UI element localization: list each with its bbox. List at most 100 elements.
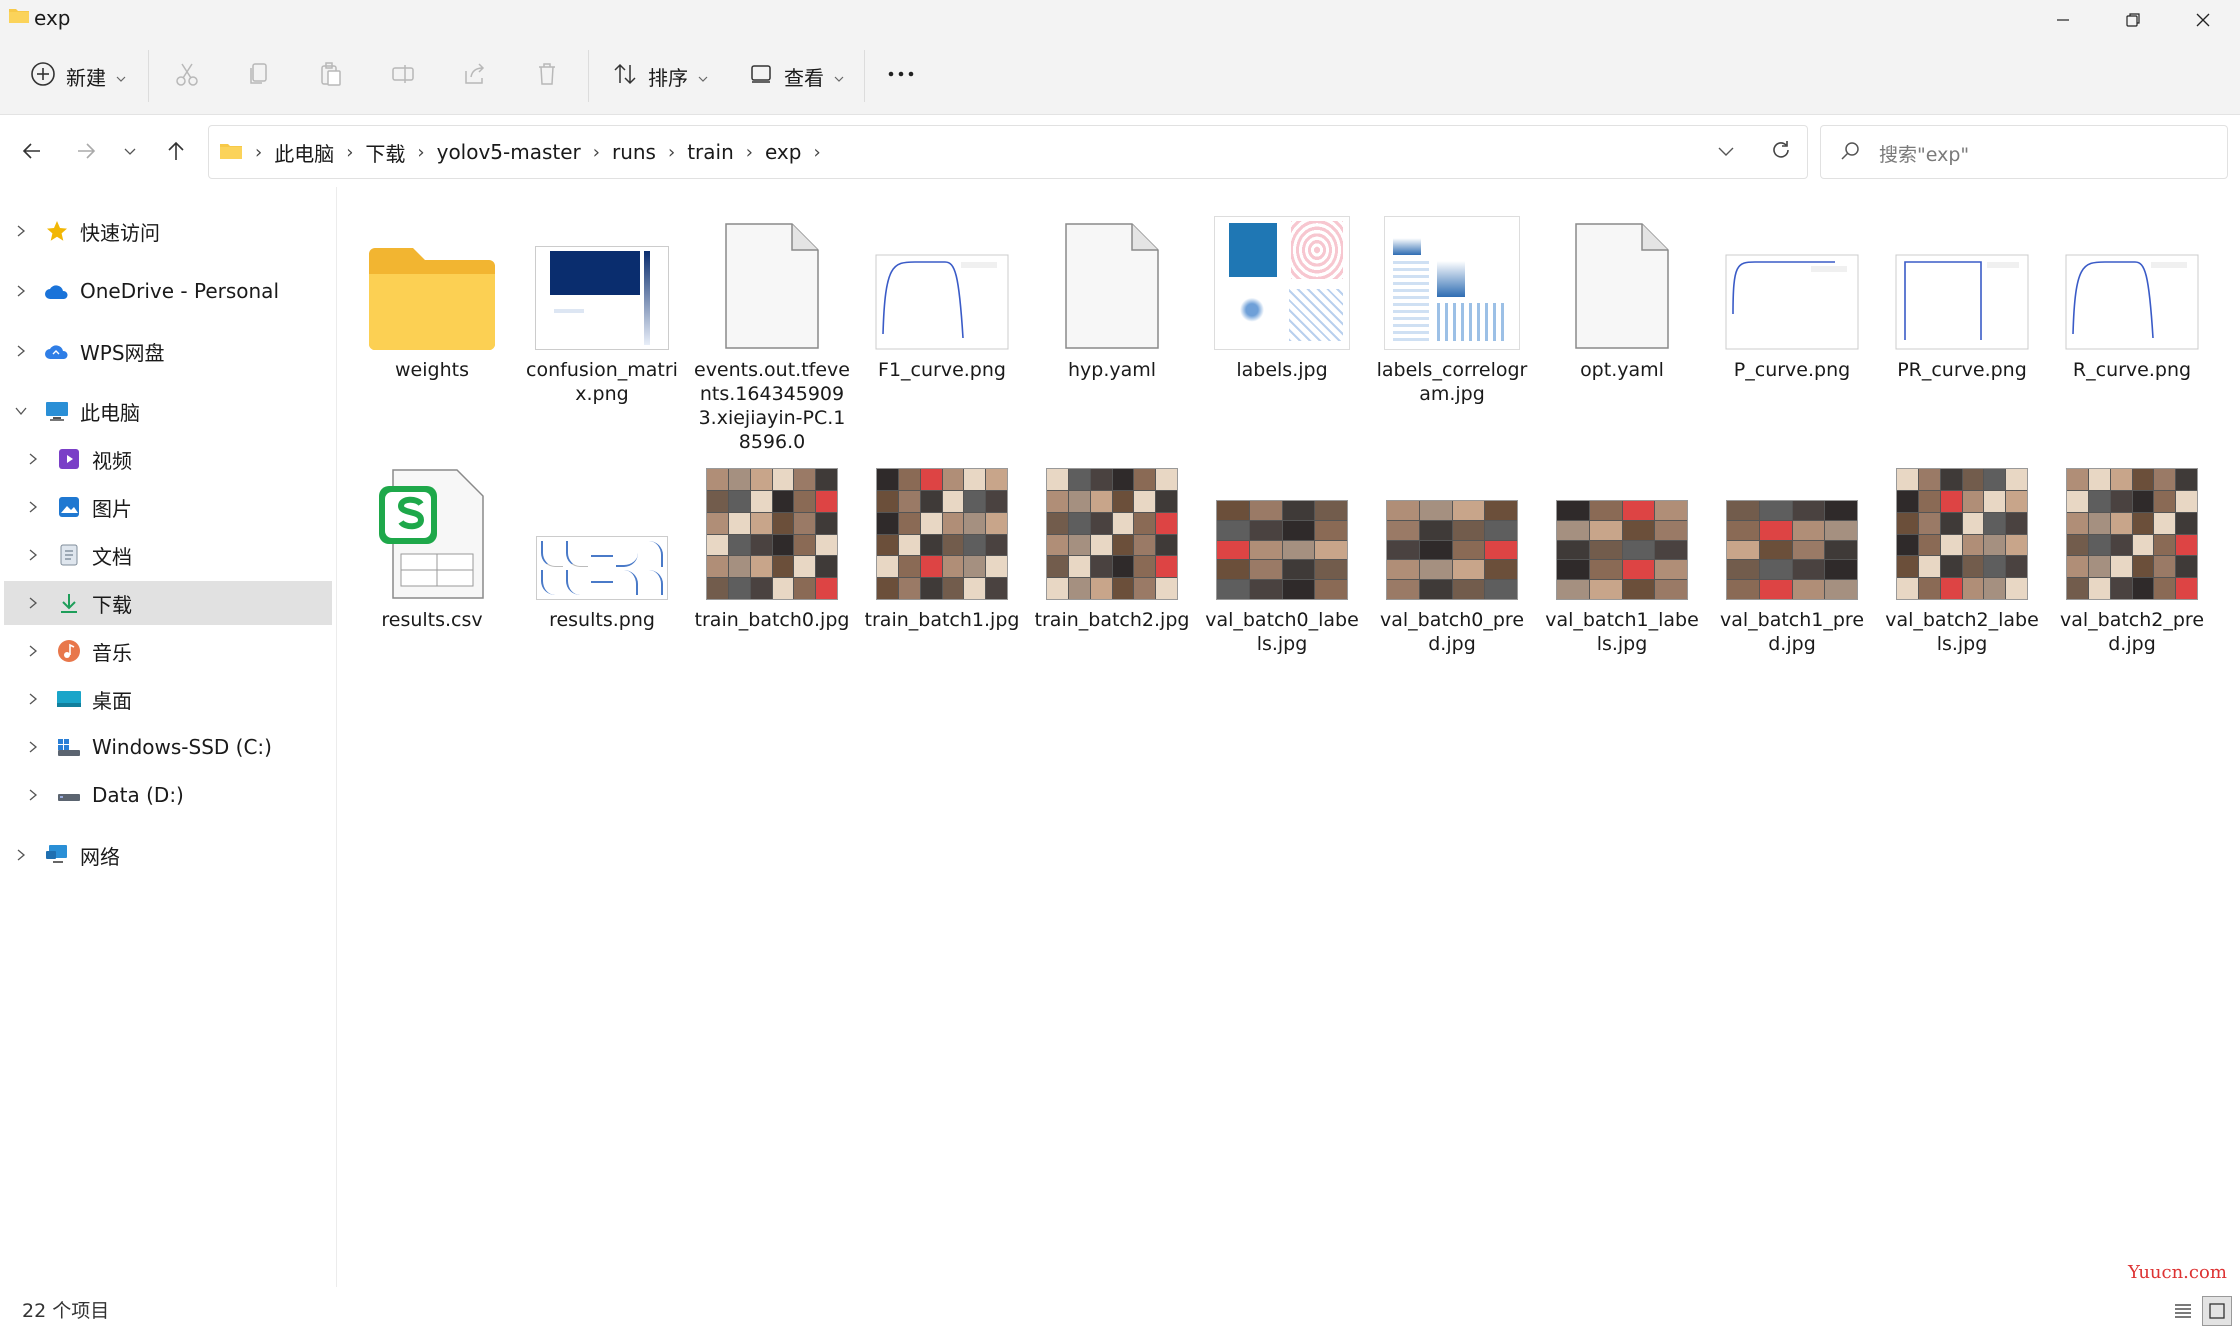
file-item[interactable]: train_batch2.jpg <box>1030 450 1194 632</box>
chevron-right-icon[interactable] <box>10 284 32 298</box>
sidebar-item-pictures[interactable]: 图片 <box>22 485 330 529</box>
chevron-right-icon[interactable]: › <box>340 142 359 163</box>
file-item[interactable]: F1_curve.png <box>860 200 1024 382</box>
file-item[interactable]: opt.yaml <box>1540 200 1704 382</box>
file-thumbnail-icon[interactable] <box>860 450 1024 600</box>
chevron-right-icon[interactable] <box>22 788 44 802</box>
file-thumbnail-icon[interactable] <box>1540 450 1704 600</box>
file-item[interactable]: val_batch1_pred.jpg <box>1710 450 1874 656</box>
chevron-right-icon[interactable] <box>10 848 32 862</box>
file-thumbnail-icon[interactable] <box>860 200 1024 350</box>
chevron-right-icon[interactable] <box>10 224 32 238</box>
large-icons-view-button[interactable] <box>2202 1296 2232 1326</box>
file-thumbnail-icon[interactable] <box>1030 450 1194 600</box>
breadcrumb-item[interactable]: train <box>681 140 740 164</box>
file-thumbnail-icon[interactable] <box>520 450 684 600</box>
sidebar-item-quick-access[interactable]: 快速访问 <box>10 209 330 253</box>
paste-button[interactable] <box>318 54 344 98</box>
breadcrumb-item[interactable]: 此电脑 <box>268 138 340 167</box>
file-item[interactable]: confusion_matrix.png <box>520 200 684 406</box>
view-button[interactable]: 查看 <box>748 54 844 98</box>
chevron-down-icon[interactable] <box>10 406 32 416</box>
refresh-button[interactable] <box>1769 138 1793 166</box>
file-thumbnail-icon[interactable] <box>1880 450 2044 600</box>
sort-button[interactable]: 排序 <box>612 54 708 98</box>
cut-button[interactable] <box>174 54 200 98</box>
file-item[interactable]: val_batch0_pred.jpg <box>1370 450 1534 656</box>
file-thumbnail-icon[interactable] <box>2050 450 2214 600</box>
file-item[interactable]: val_batch0_labels.jpg <box>1200 450 1364 656</box>
sidebar-item-music[interactable]: 音乐 <box>22 629 330 673</box>
sidebar-item-wps-drive[interactable]: WPS网盘 <box>10 329 330 373</box>
file-thumbnail-icon[interactable] <box>1540 200 1704 350</box>
file-item[interactable]: hyp.yaml <box>1030 200 1194 382</box>
delete-button[interactable] <box>534 54 560 98</box>
file-item[interactable]: val_batch2_labels.jpg <box>1880 450 2044 656</box>
file-item[interactable]: results.csv <box>350 450 514 632</box>
minimize-button[interactable] <box>2028 0 2098 40</box>
share-button[interactable] <box>462 54 488 98</box>
chevron-right-icon[interactable]: › <box>411 142 430 163</box>
file-thumbnail-icon[interactable] <box>1710 200 1874 350</box>
file-thumbnail-icon[interactable] <box>690 450 854 600</box>
chevron-right-icon[interactable] <box>10 344 32 358</box>
sidebar-item-desktop[interactable]: 桌面 <box>22 677 330 721</box>
file-item[interactable]: labels_correlogram.jpg <box>1370 200 1534 406</box>
file-thumbnail-icon[interactable] <box>1370 200 1534 350</box>
close-button[interactable] <box>2168 0 2238 40</box>
file-thumbnail-icon[interactable] <box>520 200 684 350</box>
search-input[interactable]: 搜索"exp" <box>1879 140 1969 167</box>
new-button[interactable]: 新建 <box>30 54 126 98</box>
file-item[interactable]: train_batch1.jpg <box>860 450 1024 632</box>
chevron-right-icon[interactable]: › <box>807 142 826 163</box>
file-thumbnail-icon[interactable] <box>690 200 854 350</box>
address-bar[interactable]: › 此电脑 › 下载 › yolov5-master › runs › trai… <box>208 125 1808 179</box>
sidebar-item-videos[interactable]: 视频 <box>22 437 330 481</box>
file-thumbnail-icon[interactable] <box>350 450 514 600</box>
file-thumbnail-icon[interactable] <box>2050 200 2214 350</box>
breadcrumb-item[interactable]: 下载 <box>359 138 411 167</box>
sidebar-item-onedrive[interactable]: OneDrive - Personal <box>10 269 330 313</box>
file-item[interactable]: weights <box>350 200 514 382</box>
sidebar-item-drive-d[interactable]: Data (D:) <box>22 773 330 817</box>
address-history-button[interactable] <box>1717 142 1735 161</box>
search-box[interactable]: 搜索"exp" <box>1820 125 2228 179</box>
back-button[interactable] <box>16 135 48 167</box>
file-thumbnail-icon[interactable] <box>1030 200 1194 350</box>
breadcrumb-item[interactable]: exp <box>759 140 807 164</box>
sidebar-item-this-pc[interactable]: 此电脑 <box>10 389 330 433</box>
chevron-right-icon[interactable] <box>22 548 44 562</box>
chevron-right-icon[interactable] <box>22 452 44 466</box>
file-item[interactable]: R_curve.png <box>2050 200 2214 382</box>
file-item[interactable]: labels.jpg <box>1200 200 1364 382</box>
file-item[interactable]: val_batch2_pred.jpg <box>2050 450 2214 656</box>
sidebar-item-documents[interactable]: 文档 <box>22 533 330 577</box>
file-thumbnail-icon[interactable] <box>1200 450 1364 600</box>
file-thumbnail-icon[interactable] <box>1710 450 1874 600</box>
file-item[interactable]: PR_curve.png <box>1880 200 2044 382</box>
chevron-right-icon[interactable] <box>22 500 44 514</box>
file-item[interactable]: events.out.tfevents.1643459093.xiejiayin… <box>690 200 854 454</box>
file-thumbnail-icon[interactable] <box>1370 450 1534 600</box>
file-item[interactable]: train_batch0.jpg <box>690 450 854 632</box>
sidebar-item-drive-c[interactable]: Windows-SSD (C:) <box>22 725 330 769</box>
restore-button[interactable] <box>2098 0 2168 40</box>
breadcrumb-item[interactable]: yolov5-master <box>431 140 587 164</box>
chevron-right-icon[interactable] <box>22 692 44 706</box>
chevron-right-icon[interactable] <box>22 596 44 610</box>
file-thumbnail-icon[interactable] <box>1880 200 2044 350</box>
sidebar-item-downloads[interactable]: 下载 <box>4 581 332 625</box>
chevron-right-icon[interactable]: › <box>662 142 681 163</box>
up-button[interactable] <box>160 135 192 167</box>
chevron-right-icon[interactable]: › <box>740 142 759 163</box>
chevron-right-icon[interactable] <box>22 644 44 658</box>
forward-button[interactable] <box>70 135 102 167</box>
file-item[interactable]: P_curve.png <box>1710 200 1874 382</box>
folder-icon[interactable] <box>350 200 514 350</box>
file-item[interactable]: results.png <box>520 450 684 632</box>
more-options-button[interactable] <box>886 54 916 98</box>
chevron-right-icon[interactable] <box>22 740 44 754</box>
file-thumbnail-icon[interactable] <box>1200 200 1364 350</box>
file-item[interactable]: val_batch1_labels.jpg <box>1540 450 1704 656</box>
recent-locations-button[interactable] <box>114 135 146 167</box>
